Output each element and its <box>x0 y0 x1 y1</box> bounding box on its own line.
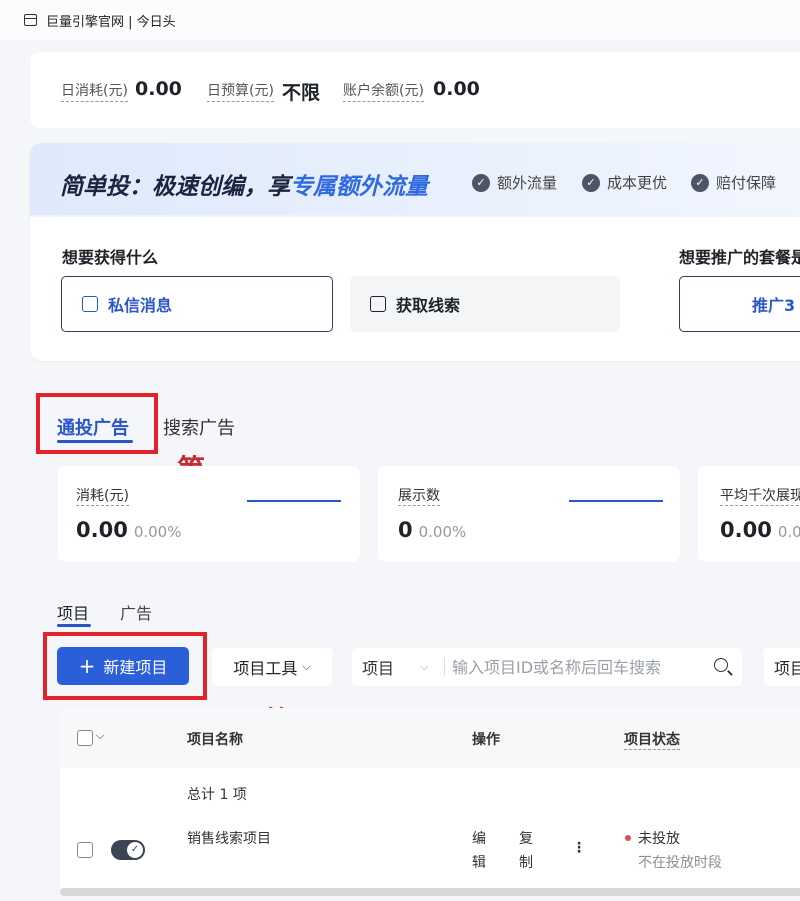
perk-compensation: ✓ 赔付保障 <box>691 172 776 193</box>
metric-spend-sparkline <box>247 500 341 502</box>
contact-card-icon <box>370 296 386 312</box>
check-icon: ✓ <box>691 173 709 192</box>
chevron-down-icon: ⌵ <box>302 660 311 673</box>
project-name[interactable]: 销售线索项目 <box>187 828 271 848</box>
window-title: 巨量引擎官网 | 今日头 <box>46 15 176 30</box>
perk-extra-traffic: ✓ 额外流量 <box>472 172 557 193</box>
simple-launch-card: 简单投：极速创编，享专属额外流量 ✓ 额外流量 ✓ 成本更优 ✓ 赔付保障 想要获得什… <box>30 143 800 361</box>
project-table: ⌵ 项目名称 操作 项目状态 总计 1 项 ✓ 销售线索项目 编 辑 复 制 ⋮… <box>60 708 800 893</box>
column-actions: 操作 <box>472 732 500 748</box>
message-icon <box>82 296 98 312</box>
metric-card-spend <box>58 466 360 562</box>
check-icon: ✓ <box>582 173 600 192</box>
search-input[interactable] <box>452 655 702 679</box>
annotation-box-second <box>43 632 207 700</box>
goal-label: 想要获得什么 <box>62 248 159 267</box>
subtab-projects[interactable]: 项目 <box>57 600 89 624</box>
metric-spend-value: 0.00 0.00% <box>76 518 182 542</box>
project-search-bar: 项目 ⌵ <box>352 648 742 686</box>
chevron-down-icon[interactable]: ⌵ <box>96 729 104 743</box>
column-project-name: 项目名称 <box>187 732 243 748</box>
check-icon: ✓ <box>472 173 490 192</box>
status-detail: 不在投放时段 <box>638 855 722 871</box>
perk-lower-cost: ✓ 成本更优 <box>582 172 667 193</box>
chevron-down-icon: ⌵ <box>420 660 429 673</box>
table-total: 总计 1 项 <box>187 787 247 803</box>
table-row: ✓ 销售线索项目 编 辑 复 制 ⋮ 未投放 不在投放时段 <box>60 818 800 888</box>
metric-card-cpm <box>698 466 800 562</box>
metric-card-impressions <box>378 466 680 562</box>
annotation-box-first <box>36 393 158 454</box>
copy-action-1[interactable]: 复 <box>519 828 533 848</box>
window-icon <box>24 14 37 26</box>
metric-cpm-label: 平均千次展现 <box>720 485 800 506</box>
balance-label: 账户余额(元) <box>343 80 424 102</box>
tab-search-ads[interactable]: 搜索广告 <box>163 414 235 440</box>
column-project-status: 项目状态 <box>624 729 680 750</box>
daily-spend-value: 0.00 <box>135 78 182 100</box>
promote-package-option[interactable]: 推广3 <box>679 276 800 332</box>
goal-option-private-message[interactable]: 私信消息 <box>61 276 333 332</box>
horizontal-scrollbar[interactable] <box>60 888 800 896</box>
daily-spend-label: 日消耗(元) <box>61 80 128 102</box>
check-icon: ✓ <box>127 842 143 858</box>
title-bar: 巨量引擎官网 | 今日头 <box>0 0 800 40</box>
status-label: 未投放 <box>638 831 680 847</box>
metric-impressions-label: 展示数 <box>398 485 440 506</box>
search-scope-select[interactable]: 项目 ⌵ <box>362 648 442 686</box>
search-icon[interactable] <box>714 658 728 672</box>
project-filter-button[interactable]: 项目 <box>764 648 800 686</box>
table-header: ⌵ 项目名称 操作 项目状态 <box>60 708 800 768</box>
select-all-checkbox[interactable] <box>77 730 93 746</box>
edit-action-2[interactable]: 辑 <box>472 852 486 872</box>
daily-budget-value: 不限 <box>282 82 321 104</box>
package-label: 想要推广的套餐是 <box>679 248 800 267</box>
row-checkbox[interactable] <box>77 842 93 858</box>
goal-option-get-leads[interactable]: 获取线索 <box>350 276 620 332</box>
project-tools-dropdown[interactable]: 项目工具 ⌵ <box>212 648 332 686</box>
edit-action-1[interactable]: 编 <box>472 828 486 848</box>
subtab-ads[interactable]: 广告 <box>120 600 152 624</box>
balance-value: 0.00 <box>433 78 480 100</box>
project-toggle[interactable]: ✓ <box>111 840 145 860</box>
metric-impressions-sparkline <box>569 500 663 502</box>
promo-title: 简单投：极速创编，享专属额外流量 <box>60 174 428 200</box>
more-actions-icon[interactable]: ⋮ <box>572 840 586 856</box>
daily-budget-label: 日预算(元) <box>207 80 274 102</box>
copy-action-2[interactable]: 制 <box>519 852 533 872</box>
metric-spend-label: 消耗(元) <box>76 485 129 506</box>
metric-cpm-value: 0.000.00 <box>720 518 800 542</box>
metric-impressions-value: 0 0.00% <box>398 518 467 542</box>
status-dot <box>625 835 631 841</box>
